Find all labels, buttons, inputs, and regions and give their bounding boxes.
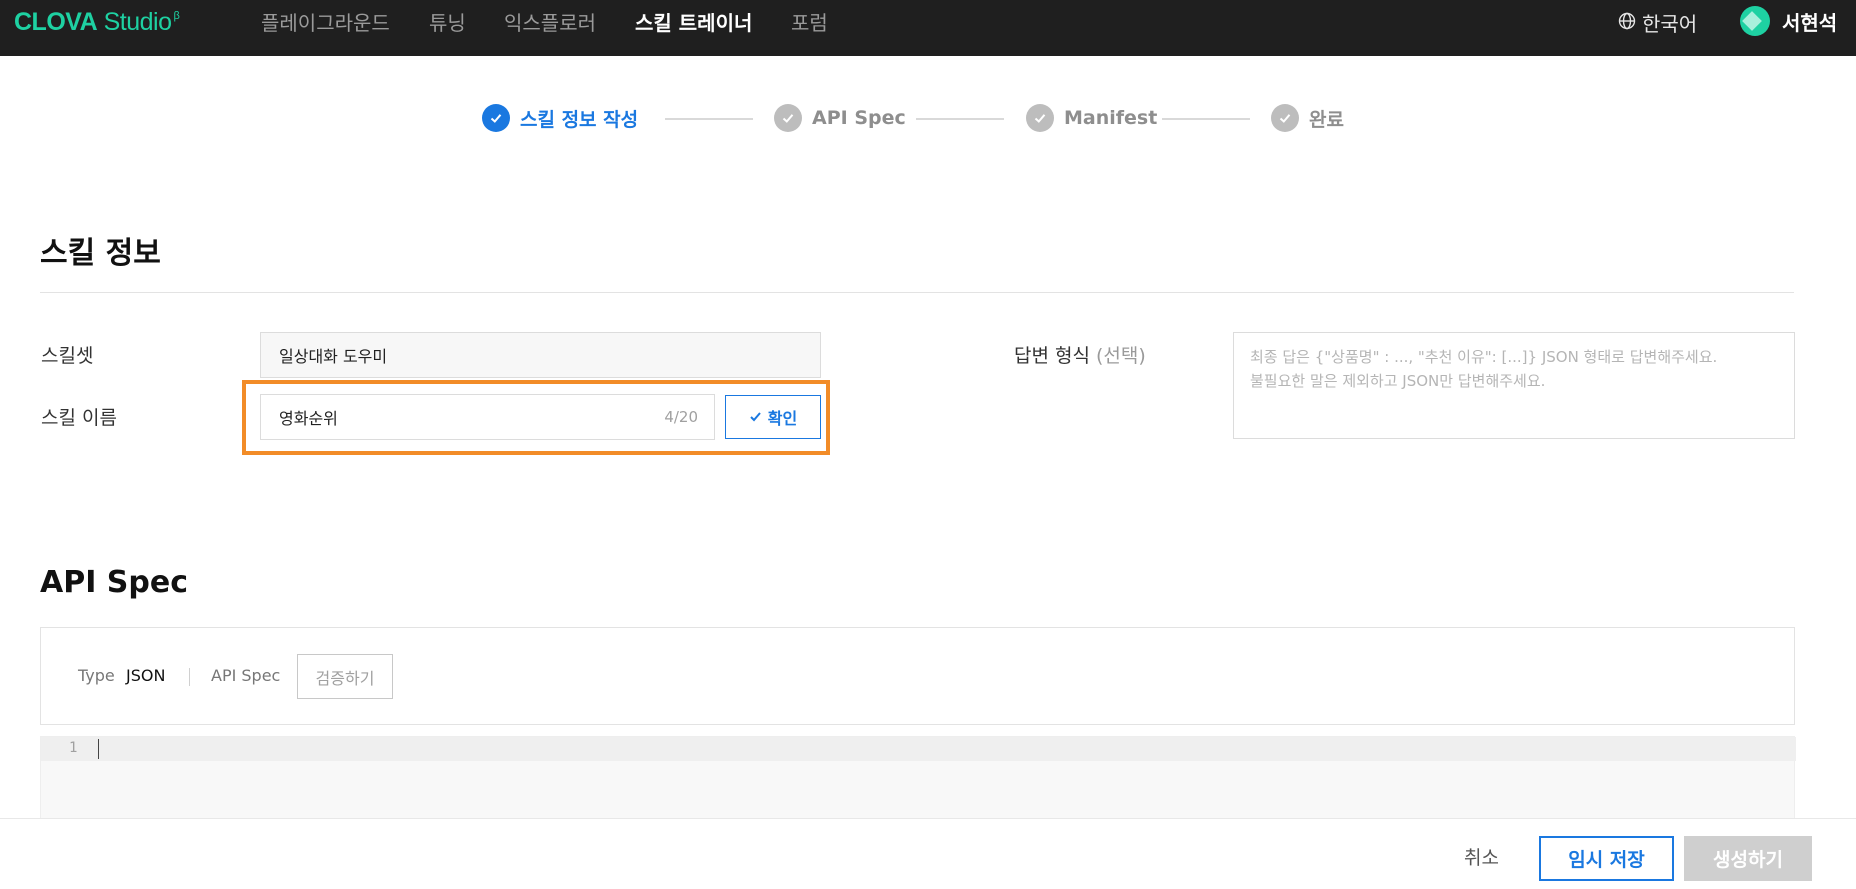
skill-info-title: 스킬 정보 bbox=[40, 236, 161, 271]
validate-button[interactable]: 검증하기 bbox=[297, 654, 393, 699]
step-connector bbox=[1162, 118, 1250, 120]
step-label: Manifest bbox=[1064, 107, 1158, 129]
text-caret bbox=[98, 739, 99, 759]
check-icon bbox=[1026, 104, 1054, 132]
answer-format-textarea[interactable]: 최종 답은 {"상품명" : ..., "추천 이유": [...]} JSON… bbox=[1233, 332, 1795, 439]
placeholder-line: 최종 답은 {"상품명" : ..., "추천 이유": [...]} JSON… bbox=[1250, 348, 1718, 366]
placeholder-line: 불필요한 말은 제외하고 JSON만 답변해주세요. bbox=[1250, 372, 1546, 390]
answer-format-label: 답변 형식 (선택) bbox=[1014, 345, 1146, 367]
check-icon bbox=[1271, 104, 1299, 132]
language-selector[interactable]: 한국어 bbox=[1618, 8, 1697, 37]
type-label: Type bbox=[78, 666, 115, 685]
step-manifest: Manifest bbox=[1026, 104, 1157, 132]
highlight-box bbox=[242, 380, 830, 455]
nav-forum[interactable]: 포럼 bbox=[791, 7, 828, 36]
check-icon bbox=[774, 104, 802, 132]
skillset-field: 일상대화 도우미 bbox=[260, 332, 821, 378]
skill-trainer-page: CLOVA Studio β 플레이그라운드 튜닝 익스플로러 스킬 트레이너 포… bbox=[0, 0, 1856, 889]
skillset-label: 스킬셋 bbox=[41, 345, 94, 367]
step-complete: 완료 bbox=[1271, 104, 1344, 132]
api-spec-label: API Spec bbox=[211, 666, 281, 685]
top-nav-bar: CLOVA Studio β 플레이그라운드 튜닝 익스플로러 스킬 트레이너 포… bbox=[0, 0, 1856, 56]
temp-save-button[interactable]: 임시 저장 bbox=[1539, 836, 1674, 881]
nav-tuning[interactable]: 튜닝 bbox=[429, 7, 466, 36]
step-api-spec: API Spec bbox=[774, 104, 906, 132]
toolbar-separator bbox=[189, 668, 190, 686]
nav-playground[interactable]: 플레이그라운드 bbox=[261, 7, 390, 36]
cancel-button[interactable]: 취소 bbox=[1464, 843, 1499, 870]
step-label: 완료 bbox=[1309, 108, 1344, 131]
avatar bbox=[1740, 6, 1770, 36]
type-value: JSON bbox=[126, 666, 166, 685]
language-label: 한국어 bbox=[1642, 12, 1698, 36]
api-spec-title: API Spec bbox=[40, 565, 189, 600]
clova-studio-logo[interactable]: CLOVA Studio β bbox=[14, 8, 180, 37]
step-label: API Spec bbox=[812, 107, 906, 129]
check-icon bbox=[482, 104, 510, 132]
current-line-highlight bbox=[41, 737, 1796, 761]
skill-name-label: 스킬 이름 bbox=[41, 407, 117, 429]
create-button[interactable]: 생성하기 bbox=[1684, 836, 1812, 881]
line-number: 1 bbox=[69, 740, 78, 756]
nav-skill-trainer[interactable]: 스킬 트레이너 bbox=[635, 7, 752, 36]
globe-icon bbox=[1618, 11, 1636, 35]
step-connector bbox=[665, 118, 753, 120]
user-name: 서현석 bbox=[1782, 10, 1838, 35]
user-menu[interactable]: 서현석 bbox=[1740, 6, 1837, 36]
section-divider bbox=[40, 292, 1794, 293]
nav-explorer[interactable]: 익스플로러 bbox=[504, 7, 596, 36]
skillset-value: 일상대화 도우미 bbox=[279, 347, 388, 366]
step-connector bbox=[916, 118, 1004, 120]
step-skill-info: 스킬 정보 작성 bbox=[482, 104, 638, 132]
step-label: 스킬 정보 작성 bbox=[520, 108, 639, 131]
